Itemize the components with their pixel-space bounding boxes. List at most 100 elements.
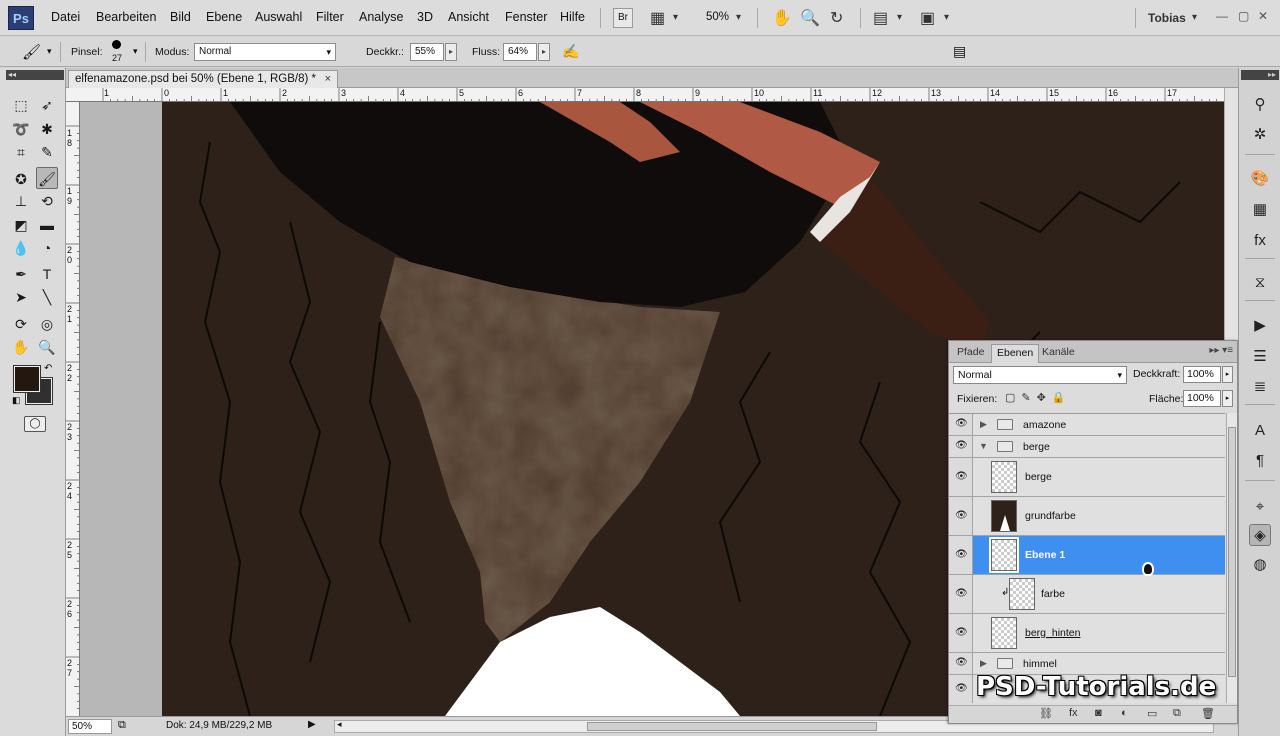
eraser-icon[interactable]: ◩ xyxy=(10,214,32,236)
dock-header[interactable]: ▸▸ xyxy=(1241,70,1279,80)
scrollbar-thumb[interactable] xyxy=(1228,427,1236,677)
channels-icon[interactable]: ◍ xyxy=(1249,554,1271,576)
mini-bridge-icon[interactable]: ⚲ xyxy=(1249,94,1271,116)
clone-stamp-icon[interactable]: ⊥ xyxy=(10,190,32,212)
visibility-toggle[interactable]: 👁 xyxy=(949,575,973,613)
zoom-tool-icon[interactable]: 🔍 xyxy=(800,8,820,28)
brush-tool-icon[interactable]: 🖌 xyxy=(22,43,41,61)
chevron-down-icon[interactable]: ▾ xyxy=(673,12,678,23)
hand-tool-icon[interactable]: ✋ xyxy=(772,8,792,28)
healing-brush-icon[interactable]: ✪ xyxy=(10,168,32,190)
visibility-toggle[interactable]: 👁 xyxy=(949,536,973,574)
layers-icon[interactable]: ◈ xyxy=(1249,524,1271,546)
visibility-toggle[interactable]: 👁 xyxy=(949,436,973,457)
menu-bearbeiten[interactable]: Bearbeiten xyxy=(96,10,156,24)
panel-menu-icon[interactable]: ▸▸ ▾≡ xyxy=(1209,345,1233,356)
menu-bild[interactable]: Bild xyxy=(170,10,191,24)
toolbox-header[interactable]: ◂◂ xyxy=(6,70,64,80)
screen-mode-icon[interactable]: ▣ xyxy=(920,8,935,28)
visibility-toggle[interactable]: 👁 xyxy=(949,458,973,496)
menu-ebene[interactable]: Ebene xyxy=(206,10,242,24)
layer-row-ebene-1[interactable]: 👁 Ebene 1 xyxy=(949,536,1225,575)
chevron-down-icon[interactable]: ▾ xyxy=(1192,12,1197,23)
dodge-tool-icon[interactable]: ◔ xyxy=(36,237,58,259)
default-colors-icon[interactable]: ◧ xyxy=(12,395,21,406)
menu-auswahl[interactable]: Auswahl xyxy=(255,10,302,24)
line-tool-icon[interactable]: ╲ xyxy=(36,286,58,308)
layer-row-amazone[interactable]: 👁 ▶ amazone xyxy=(949,414,1225,436)
lasso-tool-icon[interactable]: ➰ xyxy=(10,118,32,140)
menu-3d[interactable]: 3D xyxy=(417,10,433,24)
swatches-icon[interactable]: ▦ xyxy=(1249,199,1271,221)
trash-icon[interactable]: 🗑 xyxy=(1201,707,1215,720)
fill-input[interactable]: 100% xyxy=(1183,390,1221,407)
lock-icons[interactable]: ▢✎✥🔒 xyxy=(1005,391,1072,404)
paths-icon[interactable]: ⌖ xyxy=(1249,496,1271,518)
bridge-button[interactable]: Br xyxy=(613,8,633,28)
menu-filter[interactable]: Filter xyxy=(316,10,344,24)
tab-layers[interactable]: Ebenen xyxy=(991,344,1040,363)
visibility-toggle[interactable]: 👁 xyxy=(949,675,973,703)
new-layer-icon[interactable]: ⧉ xyxy=(1173,707,1181,720)
opacity-slider-arrow[interactable]: ▸ xyxy=(1222,366,1233,383)
zoom-level-field[interactable]: 50% xyxy=(68,719,112,734)
actions-icon[interactable]: ▶ xyxy=(1249,315,1271,337)
layer-list-scrollbar[interactable] xyxy=(1226,413,1237,703)
status-icon[interactable]: ⧉ xyxy=(118,719,126,732)
character-icon[interactable]: A xyxy=(1249,420,1271,442)
status-menu-arrow[interactable]: ▶ xyxy=(308,719,316,730)
brush-panel-icon[interactable]: ▤ xyxy=(953,43,966,60)
minimize-icon[interactable]: — xyxy=(1216,9,1228,23)
magic-wand-icon[interactable]: ✱ xyxy=(36,118,58,140)
pen-tool-icon[interactable]: ✒ xyxy=(10,263,32,285)
brush-presets-icon[interactable]: ≣ xyxy=(1249,376,1271,398)
chevron-down-icon[interactable]: ▾ xyxy=(897,12,902,23)
visibility-toggle[interactable]: 👁 xyxy=(949,653,973,674)
opacity-input[interactable]: 55% xyxy=(410,43,444,61)
tab-paths[interactable]: Pfade xyxy=(952,344,989,363)
expand-triangle-icon[interactable]: ▶ xyxy=(980,419,987,430)
visibility-toggle[interactable]: 👁 xyxy=(949,414,973,435)
collapse-triangle-icon[interactable]: ▼ xyxy=(979,441,988,451)
scrollbar-thumb[interactable] xyxy=(587,722,877,731)
visibility-toggle[interactable]: 👁 xyxy=(949,497,973,535)
opacity-slider-arrow[interactable]: ▸ xyxy=(445,43,457,61)
scroll-left-icon[interactable]: ◂ xyxy=(337,719,342,730)
user-name[interactable]: Tobias xyxy=(1148,11,1186,25)
foreground-color-swatch[interactable] xyxy=(13,365,41,393)
3d-rotate-icon[interactable]: ⟳ xyxy=(10,313,32,335)
close-icon[interactable]: ✕ xyxy=(1258,9,1268,23)
menu-datei[interactable]: Datei xyxy=(51,10,80,24)
adjustments-icon[interactable]: ⧖ xyxy=(1249,272,1271,294)
expand-triangle-icon[interactable]: ▶ xyxy=(980,658,987,669)
tab-channels[interactable]: Kanäle xyxy=(1037,344,1080,363)
brush-tool-icon[interactable]: 🖌 xyxy=(36,167,58,189)
mode-select[interactable]: Normal ▾ xyxy=(194,43,336,61)
flow-input[interactable]: 64% xyxy=(503,43,537,61)
brush-preview-icon[interactable] xyxy=(112,40,121,49)
adjustment-layer-icon[interactable]: ◐ xyxy=(1121,707,1128,719)
navigator-icon[interactable]: ✲ xyxy=(1249,124,1271,146)
hand-tool-icon[interactable]: ✋ xyxy=(10,336,32,358)
3d-orbit-icon[interactable]: ◎ xyxy=(36,313,58,335)
chevron-down-icon[interactable]: ▾ xyxy=(47,46,52,57)
zoom-tool-icon[interactable]: 🔍 xyxy=(36,336,58,358)
crop-tool-icon[interactable]: ⌗ xyxy=(10,141,32,163)
rotate-view-icon[interactable]: ↻ xyxy=(830,8,843,28)
styles-icon[interactable]: fx xyxy=(1249,230,1271,252)
flow-slider-arrow[interactable]: ▸ xyxy=(538,43,550,61)
new-group-icon[interactable]: ▭ xyxy=(1147,707,1157,720)
menu-ansicht[interactable]: Ansicht xyxy=(448,10,489,24)
chevron-down-icon[interactable]: ▾ xyxy=(944,12,949,23)
paragraph-icon[interactable]: ¶ xyxy=(1249,450,1271,472)
layer-style-icon[interactable]: fx xyxy=(1069,707,1078,719)
add-mask-icon[interactable]: ◙ xyxy=(1095,707,1102,719)
type-tool-icon[interactable]: T xyxy=(36,263,58,285)
eyedropper-icon[interactable]: ✎ xyxy=(36,141,58,163)
menu-fenster[interactable]: Fenster xyxy=(505,10,547,24)
blur-tool-icon[interactable]: 💧 xyxy=(10,237,32,259)
color-icon[interactable]: 🎨 xyxy=(1249,168,1271,190)
gradient-icon[interactable]: ▬ xyxy=(36,214,58,236)
maximize-icon[interactable]: ▢ xyxy=(1238,9,1249,23)
menu-hilfe[interactable]: Hilfe xyxy=(560,10,585,24)
